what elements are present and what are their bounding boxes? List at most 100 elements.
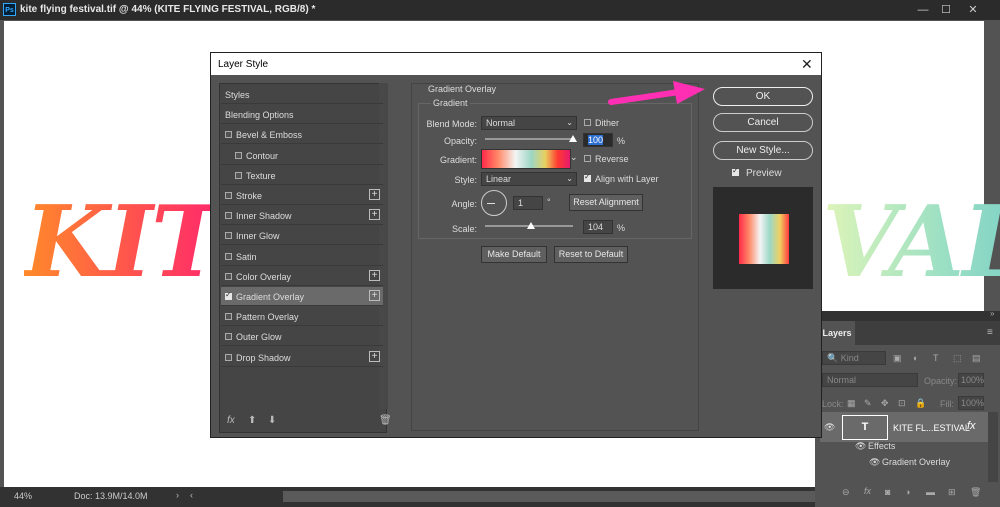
opacity-input[interactable]: 100 [583, 133, 613, 147]
reset-to-default-button[interactable]: Reset to Default [554, 246, 628, 263]
style-checkbox[interactable] [235, 171, 242, 179]
maximize-button[interactable]: ☐ [935, 0, 957, 20]
style-item-label: Texture [246, 170, 276, 181]
style-checkbox[interactable] [225, 313, 232, 321]
blend-mode-select[interactable]: Normal ⌄ [481, 116, 577, 130]
move-up-icon[interactable]: ⬆ [248, 415, 256, 426]
gradient-overlay-eye-icon[interactable]: 👁 [869, 457, 880, 468]
reset-alignment-button[interactable]: Reset Alignment [569, 194, 643, 211]
add-style-plus-icon[interactable]: + [369, 290, 380, 301]
preview-checkbox[interactable] [732, 166, 739, 176]
delete-effect-icon[interactable]: 🗑 [379, 415, 392, 426]
style-checkbox[interactable] [225, 232, 232, 240]
style-select[interactable]: Linear ⌄ [481, 172, 577, 186]
add-style-plus-icon[interactable]: + [369, 269, 380, 281]
style-checkbox[interactable] [225, 333, 232, 341]
status-zoom[interactable]: 44% [14, 491, 32, 501]
dialog-close-icon[interactable]: ✕ [801, 56, 813, 73]
horizontal-scrollbar[interactable] [283, 491, 815, 502]
layer-fx-icon[interactable]: fx [967, 420, 976, 432]
preview-label: Preview [746, 168, 782, 179]
dialog-title: Layer Style [218, 59, 269, 70]
effect-item-gradient-overlay[interactable]: Gradient Overlay [882, 457, 950, 467]
collapse-icon[interactable]: » [990, 309, 994, 318]
layer-blend-mode[interactable]: Normal [822, 373, 918, 387]
style-checkbox[interactable] [225, 212, 232, 220]
reverse-checkbox[interactable] [584, 155, 591, 162]
scroll-left-arrow-icon[interactable]: ‹ [190, 490, 193, 500]
filter-type-icon[interactable]: T [933, 353, 939, 363]
style-item-stroke[interactable]: Stroke + [221, 186, 383, 205]
layer-visibility-eye-icon[interactable]: 👁 [824, 422, 835, 433]
style-checkbox[interactable] [235, 151, 242, 159]
style-checkbox[interactable] [225, 252, 232, 260]
style-item-gradient-overlay[interactable]: Gradient Overlay + [221, 287, 383, 306]
minimize-button[interactable]: — [912, 0, 934, 20]
style-item-drop-shadow[interactable]: Drop Shadow + [221, 348, 383, 367]
style-item-bevel-emboss[interactable]: Bevel & Emboss [221, 125, 383, 145]
add-style-plus-icon[interactable]: + [369, 189, 380, 200]
filter-pixel-icon[interactable]: ▣ [893, 353, 902, 364]
style-item-contour[interactable]: Contour [221, 146, 383, 165]
effects-label[interactable]: Effects [868, 441, 895, 451]
panel-menu-icon[interactable]: ≡ [987, 327, 993, 338]
tab-layers[interactable]: Layers [819, 321, 855, 345]
layer-fill-field[interactable]: 100% [958, 396, 984, 410]
style-item-satin[interactable]: Satin [221, 247, 383, 266]
link-layers-icon[interactable]: ⊖ [842, 487, 850, 498]
style-item-inner-shadow[interactable]: Inner Shadow + [221, 206, 383, 226]
lock-all-icon[interactable]: 🔒 [915, 398, 926, 409]
lock-pixels-icon[interactable]: ✎ [864, 398, 872, 409]
layer-name[interactable]: KITE FL...ESTIVAL [893, 423, 970, 433]
style-item-outer-glow[interactable]: Outer Glow [221, 327, 383, 347]
new-style-button[interactable]: New Style... [713, 141, 813, 160]
align-with-layer-checkbox[interactable] [584, 172, 591, 182]
layer-filter-kind[interactable]: 🔍 Kind [822, 351, 886, 365]
style-checkbox[interactable] [225, 272, 232, 280]
opacity-slider[interactable] [485, 138, 573, 140]
ok-button[interactable]: OK [713, 87, 813, 106]
scale-input[interactable]: 104 [583, 220, 613, 234]
add-mask-icon[interactable]: ◙ [885, 487, 890, 497]
style-item-styles[interactable]: Styles [221, 85, 383, 104]
effects-eye-icon[interactable]: 👁 [855, 441, 866, 452]
lock-transparent-icon[interactable]: ▦ [847, 398, 856, 409]
opacity-slider-thumb[interactable] [569, 135, 577, 142]
style-item-pattern-overlay[interactable]: Pattern Overlay [221, 307, 383, 327]
gradient-picker[interactable] [481, 149, 571, 169]
new-adjustment-icon[interactable]: ◑ [905, 487, 910, 497]
style-checkbox[interactable] [225, 131, 232, 139]
lock-artboard-icon[interactable]: ⊡ [898, 398, 906, 409]
style-checkbox[interactable] [225, 353, 232, 361]
style-item-color-overlay[interactable]: Color Overlay + [221, 267, 383, 286]
make-default-button[interactable]: Make Default [481, 246, 547, 263]
add-style-fx-icon[interactable]: fx [864, 486, 871, 496]
style-checkbox[interactable] [225, 192, 232, 199]
close-window-button[interactable]: ✕ [962, 0, 984, 20]
filter-adjustment-icon[interactable]: ◐ [913, 353, 918, 363]
delete-layer-icon[interactable]: 🗑 [970, 487, 981, 498]
new-layer-icon[interactable]: ⊞ [948, 487, 956, 498]
style-checkbox[interactable] [225, 290, 232, 300]
dither-checkbox[interactable] [584, 119, 591, 126]
style-item-blending-options[interactable]: Blending Options [221, 105, 383, 125]
filter-shape-icon[interactable]: ⬚ [953, 353, 962, 364]
scale-slider-thumb[interactable] [526, 222, 535, 229]
angle-label: Angle: [451, 199, 477, 209]
gradient-chevron-down-icon[interactable]: ⌄ [570, 152, 578, 163]
layer-opacity-field[interactable]: 100% [958, 373, 984, 387]
style-item-inner-glow[interactable]: Inner Glow [221, 226, 383, 246]
angle-input[interactable]: 1 [513, 196, 543, 210]
fx-menu-icon[interactable]: fx [227, 415, 235, 426]
cancel-button[interactable]: Cancel [713, 113, 813, 132]
add-style-plus-icon[interactable]: + [369, 350, 380, 362]
layers-scrollbar[interactable] [988, 412, 998, 482]
status-menu-arrow-icon[interactable]: › [176, 490, 179, 500]
lock-position-icon[interactable]: ✥ [881, 398, 889, 409]
style-item-texture[interactable]: Texture [221, 166, 383, 185]
new-group-icon[interactable]: ▬ [926, 487, 935, 497]
filter-smart-object-icon[interactable]: ▤ [972, 353, 981, 364]
move-down-icon[interactable]: ⬇ [268, 415, 276, 426]
add-style-plus-icon[interactable]: + [369, 209, 380, 221]
angle-dial[interactable] [481, 190, 507, 216]
